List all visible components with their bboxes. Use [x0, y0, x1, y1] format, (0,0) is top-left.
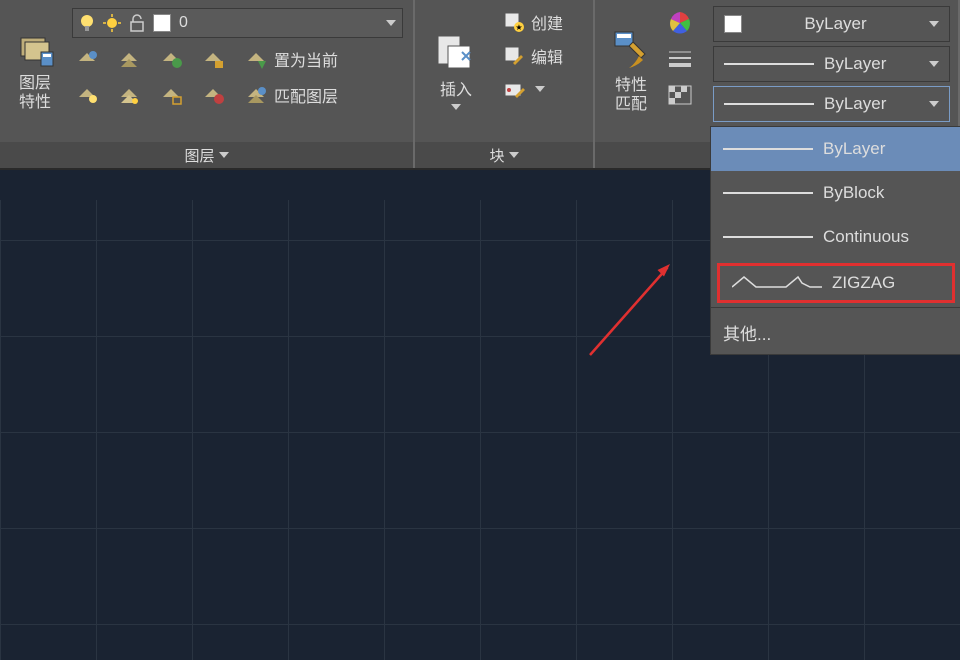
chevron-down-icon — [219, 152, 229, 158]
edit-attributes-icon — [503, 78, 525, 100]
layer-thaw-icon — [117, 83, 141, 107]
option-label: ByBlock — [823, 183, 884, 203]
layer-properties-button[interactable]: 图层 特性 — [6, 4, 64, 138]
layer-properties-icon — [15, 30, 55, 70]
blocks-panel-title[interactable]: 块 — [415, 142, 593, 168]
layer-freeze-icon — [75, 47, 99, 71]
transparency-icon — [667, 84, 693, 106]
layer-tool-1-button[interactable] — [72, 44, 102, 74]
option-label: ZIGZAG — [832, 273, 895, 293]
linetype-option-zigzag[interactable]: ZIGZAG — [717, 263, 955, 303]
layer-lock-icon — [201, 47, 225, 71]
layer-tool-7-button[interactable] — [156, 80, 186, 110]
option-label: ByLayer — [823, 139, 885, 159]
layer-off-icon — [117, 47, 141, 71]
match-layer-button[interactable]: 匹配图层 — [240, 81, 342, 109]
edit-block-button[interactable]: 编辑 — [499, 42, 583, 70]
create-block-button[interactable]: ★ 创建 — [499, 8, 583, 36]
menu-separator — [711, 307, 960, 308]
insert-block-icon — [434, 32, 478, 72]
option-label: 其他... — [723, 320, 771, 345]
layer-properties-label: 图层 特性 — [19, 74, 51, 112]
linetype-option-continuous[interactable]: Continuous — [711, 215, 960, 259]
create-label: 创建 — [531, 10, 563, 34]
edit-attributes-button[interactable] — [499, 76, 583, 102]
linetype-option-other[interactable]: 其他... — [711, 310, 960, 354]
layer-tool-8-button[interactable] — [198, 80, 228, 110]
lock-open-icon — [129, 14, 145, 32]
layers-panel-title[interactable]: 图层 — [0, 142, 413, 168]
line-preview-icon — [723, 148, 813, 150]
lightbulb-on-icon — [79, 13, 95, 33]
layer-on-icon — [75, 83, 99, 107]
lineweight-button[interactable] — [665, 44, 695, 74]
create-block-icon: ★ — [503, 11, 525, 33]
sun-icon — [103, 14, 121, 32]
chevron-down-icon — [929, 61, 939, 67]
linetype-option-byblock[interactable]: ByBlock — [711, 171, 960, 215]
color-wheel-icon — [667, 10, 693, 36]
color-swatch-icon — [724, 15, 742, 33]
insert-block-button[interactable]: 插入 — [421, 4, 491, 138]
chevron-down-icon — [535, 86, 545, 92]
layer-tool-6-button[interactable] — [114, 80, 144, 110]
transparency-button[interactable] — [665, 80, 695, 110]
blocks-panel: 插入 ★ 创建 编辑 块 — [415, 0, 595, 168]
match-properties-icon — [609, 28, 653, 72]
svg-text:★: ★ — [515, 23, 522, 32]
layer-tool-3-button[interactable] — [156, 44, 186, 74]
color-dropdown[interactable]: ByLayer — [713, 6, 950, 42]
layer-tool-5-button[interactable] — [72, 80, 102, 110]
lineweight-preview-icon — [724, 63, 814, 65]
linetype-value: ByLayer — [824, 94, 886, 114]
match-props-label: 特性 匹配 — [615, 76, 647, 114]
layer-dropdown[interactable]: 0 — [72, 8, 403, 38]
option-label: Continuous — [823, 227, 909, 247]
insert-label: 插入 — [440, 76, 472, 100]
linetype-preview-icon — [724, 103, 814, 105]
edit-block-icon — [503, 45, 525, 67]
linetype-option-bylayer[interactable]: ByLayer — [711, 127, 960, 171]
match-properties-button[interactable]: 特性 匹配 — [601, 4, 661, 138]
set-current-label: 置为当前 — [274, 47, 338, 71]
layer-tool-2-button[interactable] — [114, 44, 144, 74]
color-wheel-button[interactable] — [665, 8, 695, 38]
layer-name-label: 0 — [179, 14, 188, 32]
line-preview-icon — [723, 192, 813, 194]
chevron-down-icon — [386, 20, 396, 26]
layer-unlock-icon — [159, 83, 183, 107]
color-swatch-icon — [153, 14, 171, 32]
chevron-down-icon — [451, 104, 461, 110]
set-current-button[interactable]: 置为当前 — [240, 45, 342, 73]
chevron-down-icon — [509, 152, 519, 158]
layer-current-icon — [244, 47, 268, 71]
color-value: ByLayer — [752, 14, 919, 34]
edit-label: 编辑 — [531, 44, 563, 68]
lineweight-icon — [667, 48, 693, 70]
layers-panel: 图层 特性 0 置为当前 — [0, 0, 415, 168]
chevron-down-icon — [929, 21, 939, 27]
layer-isolate-icon — [159, 47, 183, 71]
layer-match-icon — [244, 83, 268, 107]
linetype-dropdown[interactable]: ByLayer — [713, 86, 950, 122]
lineweight-dropdown[interactable]: ByLayer — [713, 46, 950, 82]
chevron-down-icon — [929, 101, 939, 107]
line-preview-icon — [723, 236, 813, 238]
layer-tool-4-button[interactable] — [198, 44, 228, 74]
lineweight-value: ByLayer — [824, 54, 886, 74]
layer-delete-icon — [201, 83, 225, 107]
zigzag-preview-icon — [732, 275, 822, 291]
linetype-menu: ByLayer ByBlock Continuous ZIGZAG 其他... — [710, 126, 960, 355]
match-layer-label: 匹配图层 — [274, 83, 338, 107]
